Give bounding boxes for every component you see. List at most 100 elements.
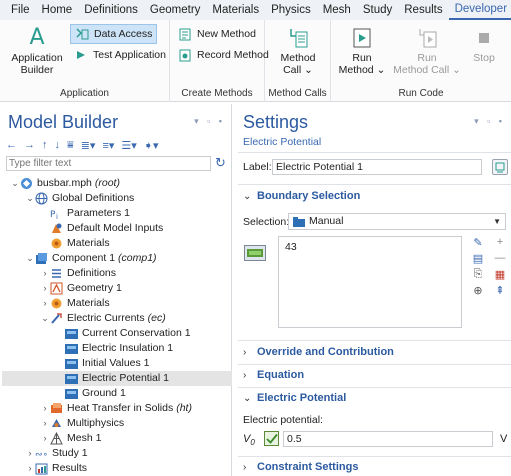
test-application-button[interactable]: Test Application [70, 45, 170, 65]
section-boundary-selection[interactable]: ⌄ Boundary Selection [238, 186, 511, 206]
pin-icon[interactable]: ➧▾ [144, 139, 159, 152]
tree-item[interactable]: › Heat Transfer in Solids (ht) [2, 401, 232, 416]
tree-item[interactable]: Materials [2, 236, 232, 251]
menu-developer[interactable]: Developer [448, 0, 511, 20]
forward-arrow-icon[interactable]: → [24, 139, 35, 151]
reset-label-icon[interactable] [492, 159, 508, 175]
tree-item[interactable]: › Definitions [2, 266, 232, 281]
section-equation-label: Equation [257, 369, 305, 381]
menu-study[interactable]: Study [357, 0, 398, 20]
up-arrow-icon[interactable]: ↑ [42, 139, 48, 151]
chevron-down-icon[interactable]: ⌄ [10, 176, 20, 191]
selection-dropdown[interactable]: Manual ▼ [288, 213, 506, 230]
create-selection-icon[interactable]: ⇞ [493, 283, 507, 297]
tree-filter-input[interactable] [6, 156, 211, 171]
zoom-to-selection-icon[interactable]: ⊕ [471, 283, 485, 297]
chevron-right-icon: › [243, 462, 247, 473]
new-method-label: New Method [197, 28, 256, 40]
menu-definitions[interactable]: Definitions [78, 0, 144, 20]
chevron-right-icon[interactable]: › [40, 296, 50, 311]
tree-item[interactable]: Electric Insulation 1 [2, 341, 232, 356]
tree-item[interactable]: Current Conservation 1 [2, 326, 232, 341]
tree-item-label: Current Conservation 1 [82, 327, 191, 339]
tree-item[interactable]: › ∾∘ Study 1 [2, 446, 232, 461]
menu-physics[interactable]: Physics [265, 0, 317, 20]
v0-checkbox[interactable] [264, 431, 279, 446]
tree-item[interactable]: Default Model Inputs [2, 221, 232, 236]
application-builder-button[interactable]: A Application Builder [6, 24, 68, 77]
tree-item[interactable]: ⌄ busbar.mph (root) [2, 176, 232, 191]
selection-list[interactable]: 43 [278, 236, 462, 328]
ribbon-group-application: A Application Builder Data Access Test A… [0, 20, 170, 102]
tree-item[interactable]: ⌄ Component 1 (comp1) [2, 251, 232, 266]
stop-button[interactable]: Stop [467, 24, 501, 64]
tree-item[interactable]: Electric Potential 1 [2, 371, 232, 386]
menu-geometry[interactable]: Geometry [144, 0, 207, 20]
model-inputs-icon [50, 222, 63, 235]
panel-window-controls[interactable]: ▾ ▫ ▪ [194, 116, 225, 127]
tree-item[interactable]: Initial Values 1 [2, 356, 232, 371]
materials-icon [50, 237, 63, 250]
chevron-right-icon[interactable]: › [40, 266, 50, 281]
label-field[interactable]: Electric Potential 1 [272, 159, 482, 175]
tree-item[interactable]: › Results [2, 461, 232, 476]
menu-home[interactable]: Home [36, 0, 79, 20]
record-method-button[interactable]: Record Method [174, 45, 273, 65]
section-electric-potential[interactable]: ⌄ Electric Potential [238, 388, 511, 408]
show-options-icon[interactable]: ☰▾ [121, 139, 136, 152]
run-method-call-button[interactable]: Run Method Call ⌄ [393, 24, 461, 76]
remove-icon[interactable]: — [493, 251, 507, 265]
tree-item[interactable]: Ground 1 [2, 386, 232, 401]
svg-text:i: i [56, 213, 58, 220]
clipboard-icon[interactable]: ⎘ [471, 267, 485, 281]
copy-selection-icon[interactable]: ▤ [471, 251, 485, 265]
tree-item[interactable]: › Geometry 1 [2, 281, 232, 296]
chevron-right-icon[interactable]: › [40, 281, 50, 296]
add-icon[interactable]: + [493, 235, 507, 249]
method-call-button[interactable]: Method Call ⌄ [271, 24, 325, 76]
section-equation[interactable]: › Equation [238, 365, 511, 385]
filter-icon[interactable]: ⩸ [67, 139, 74, 152]
tree-item-label: Parameters 1 [67, 207, 131, 219]
chevron-right-icon[interactable]: › [40, 431, 50, 446]
paste-selection-icon[interactable]: ✎ [471, 235, 485, 249]
back-arrow-icon[interactable]: ← [6, 139, 17, 151]
chevron-right-icon[interactable]: › [25, 446, 35, 461]
down-arrow-icon[interactable]: ↓ [55, 139, 61, 151]
clear-selection-icon[interactable]: ▦ [493, 267, 507, 281]
new-method-button[interactable]: New Method [174, 24, 260, 44]
tree-item[interactable]: Pi Parameters 1 [2, 206, 232, 221]
divider [238, 152, 511, 153]
section-constraint-settings[interactable]: › Constraint Settings [238, 457, 511, 476]
data-access-icon [75, 27, 89, 41]
menu-results[interactable]: Results [398, 0, 448, 20]
v0-input[interactable]: 0.5 [283, 431, 493, 447]
menu-mesh[interactable]: Mesh [317, 0, 357, 20]
chevron-down-icon[interactable]: ⌄ [25, 251, 35, 266]
tree-item[interactable]: ⌄ Global Definitions [2, 191, 232, 206]
settings-window-controls[interactable]: ▾ ▫ ▪ [474, 116, 505, 127]
expand-tree-icon[interactable]: ≣▾ [81, 139, 96, 152]
tree-item[interactable]: › Materials [2, 296, 232, 311]
run-method-button[interactable]: Run Method ⌄ [337, 24, 387, 76]
refresh-icon[interactable]: ↻ [215, 155, 226, 171]
menu-file[interactable]: File [0, 0, 36, 20]
selection-list-item[interactable]: 43 [285, 241, 297, 253]
chevron-down-icon[interactable]: ⌄ [40, 311, 50, 326]
run-method-call-icon [393, 24, 461, 52]
chevron-right-icon[interactable]: › [25, 461, 35, 476]
tree-item[interactable]: › Mesh 1 [2, 431, 232, 446]
section-override-contribution[interactable]: › Override and Contribution [238, 342, 511, 362]
data-access-button[interactable]: Data Access [70, 24, 158, 44]
tree-item[interactable]: › Multiphysics [2, 416, 232, 431]
active-toggle-button[interactable] [244, 245, 266, 261]
collapse-tree-icon[interactable]: ≡▾ [102, 139, 114, 152]
tree-item[interactable]: ⌄ Electric Currents (ec) [2, 311, 232, 326]
settings-panel: Settings ▾ ▫ ▪ Electric Potential Label:… [238, 104, 511, 476]
tree-item-label: Geometry 1 [67, 282, 122, 294]
chevron-right-icon[interactable]: › [40, 401, 50, 416]
ribbon-group-run-code: Run Method ⌄ Run Method Call ⌄ Stop Run … [331, 20, 511, 102]
chevron-right-icon[interactable]: › [40, 416, 50, 431]
chevron-down-icon[interactable]: ⌄ [25, 191, 35, 206]
menu-materials[interactable]: Materials [206, 0, 265, 20]
